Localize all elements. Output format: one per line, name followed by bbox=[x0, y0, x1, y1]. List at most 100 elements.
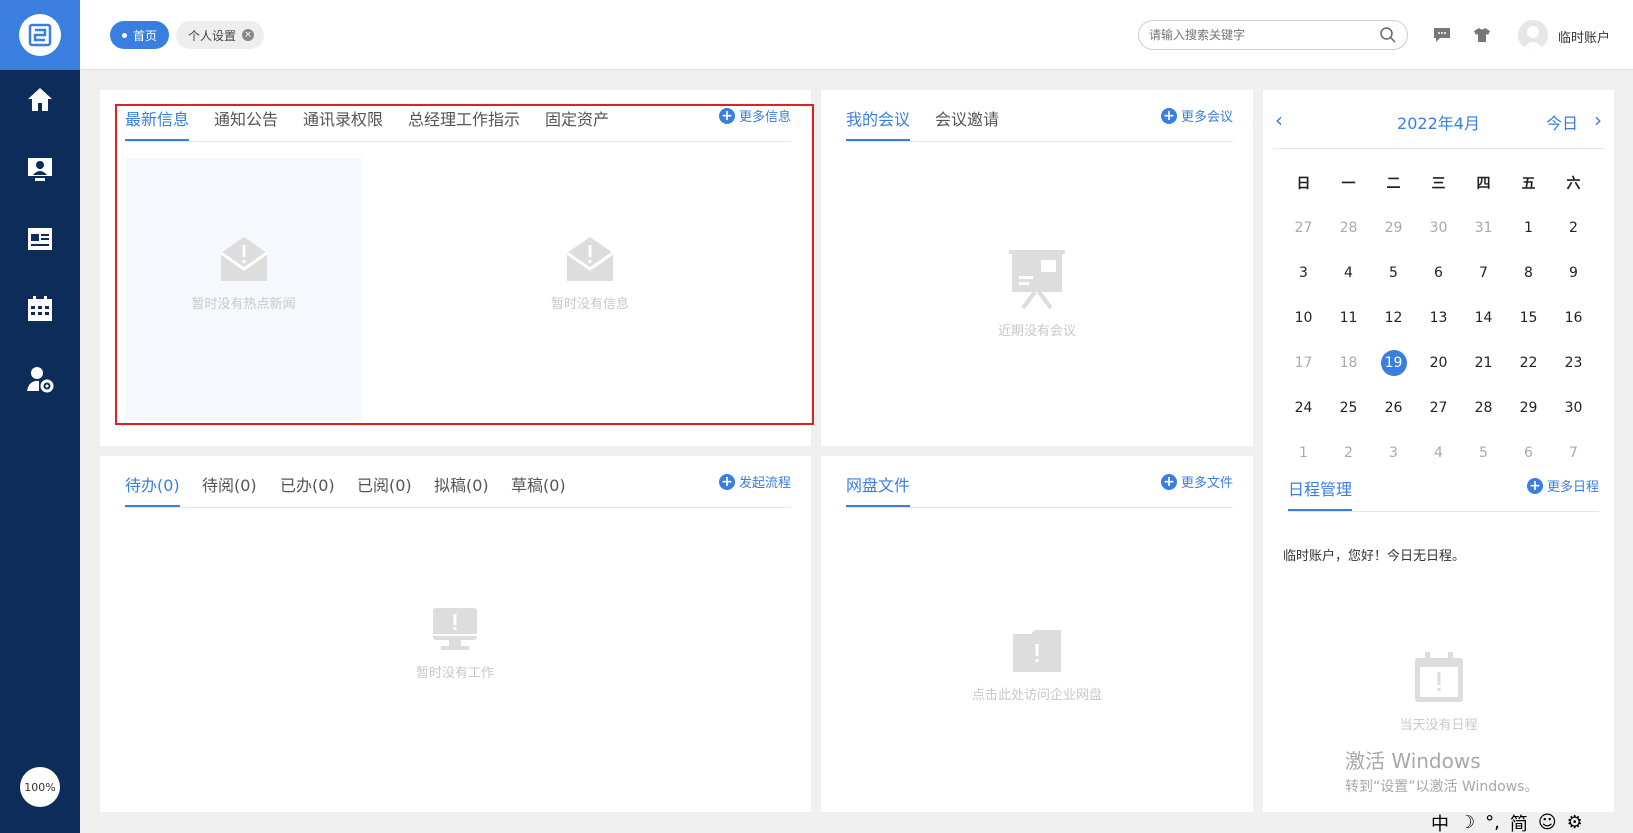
tab-contacts-permission[interactable]: 通讯录权限 bbox=[303, 106, 383, 130]
tab-disk-files[interactable]: 网盘文件 bbox=[846, 472, 911, 507]
tab-to-read[interactable]: 待阅(0) bbox=[202, 472, 257, 496]
emoji-icon[interactable]: ☺ bbox=[1538, 812, 1557, 833]
more-meetings-button[interactable]: + 更多会议 bbox=[1160, 106, 1233, 125]
tab-my-meetings[interactable]: 我的会议 bbox=[846, 106, 911, 141]
punctuation-icon[interactable]: °, bbox=[1485, 812, 1500, 833]
more-files-button[interactable]: + 更多文件 bbox=[1160, 472, 1233, 491]
calendar-day-label: 29 bbox=[1519, 399, 1538, 416]
calendar-day[interactable]: 6 bbox=[1416, 250, 1461, 295]
calendar-day[interactable]: 24 bbox=[1281, 385, 1326, 430]
close-icon[interactable]: × bbox=[242, 29, 255, 41]
tab-meeting-invites[interactable]: 会议邀请 bbox=[935, 106, 999, 130]
calendar-day[interactable]: 31 bbox=[1461, 205, 1506, 250]
empty-info-text: 暂时没有信息 bbox=[550, 297, 629, 312]
calendar-day[interactable]: 27 bbox=[1416, 385, 1461, 430]
calendar-day-label: 5 bbox=[1389, 264, 1398, 281]
calendar-day[interactable]: 26 bbox=[1371, 385, 1416, 430]
message-icon[interactable] bbox=[1432, 25, 1452, 45]
more-schedule-button[interactable]: + 更多日程 bbox=[1526, 476, 1599, 495]
calendar-day[interactable]: 17 bbox=[1281, 340, 1326, 385]
calendar-day[interactable]: 30 bbox=[1416, 205, 1461, 250]
open-disk-link[interactable]: 点击此处访问企业网盘 bbox=[917, 628, 1157, 703]
tab-gm-instructions[interactable]: 总经理工作指示 bbox=[408, 106, 520, 130]
plus-icon: + bbox=[718, 473, 735, 490]
calendar-day[interactable]: 3 bbox=[1281, 250, 1326, 295]
plus-icon: + bbox=[1160, 473, 1177, 490]
calendar-day-today[interactable]: 19 bbox=[1371, 340, 1416, 385]
calendar-day[interactable]: 30 bbox=[1551, 385, 1596, 430]
avatar[interactable] bbox=[1518, 20, 1548, 50]
calendar-day[interactable]: 2 bbox=[1551, 205, 1596, 250]
calendar-day[interactable]: 12 bbox=[1371, 295, 1416, 340]
calendar-day[interactable]: 1 bbox=[1506, 205, 1551, 250]
tab-drafts[interactable]: 草稿(0) bbox=[511, 472, 566, 496]
calendar-day[interactable]: 8 bbox=[1506, 250, 1551, 295]
weekday-header: 二 bbox=[1386, 175, 1401, 192]
user-name[interactable]: 临时账户 bbox=[1558, 27, 1610, 46]
search-input[interactable] bbox=[1149, 28, 1379, 42]
info-tabs: 最新信息 通知公告 通讯录权限 总经理工作指示 固定资产 + 更多信息 bbox=[125, 90, 791, 142]
nav-user-settings[interactable] bbox=[0, 354, 80, 404]
calendar-day[interactable]: 4 bbox=[1326, 250, 1371, 295]
calendar-day[interactable]: 28 bbox=[1461, 385, 1506, 430]
gear-icon[interactable]: ⚙ bbox=[1567, 812, 1583, 833]
skin-shirt-icon[interactable] bbox=[1472, 25, 1492, 45]
calendar-day[interactable]: 18 bbox=[1326, 340, 1371, 385]
calendar-day[interactable]: 10 bbox=[1281, 295, 1326, 340]
home-icon bbox=[28, 88, 52, 111]
more-info-button[interactable]: + 更多信息 bbox=[718, 106, 791, 125]
calendar-day[interactable]: 27 bbox=[1281, 205, 1326, 250]
tab-schedule[interactable]: 日程管理 bbox=[1288, 476, 1353, 511]
nav-contacts[interactable] bbox=[0, 144, 80, 194]
nav-news[interactable] bbox=[0, 214, 80, 264]
search-icon[interactable] bbox=[1379, 26, 1397, 44]
empty-schedule-text: 当天没有日程 bbox=[1399, 718, 1478, 733]
logo[interactable] bbox=[0, 0, 80, 70]
nav-calendar[interactable] bbox=[0, 284, 80, 334]
calendar-day[interactable]: 22 bbox=[1506, 340, 1551, 385]
nav-home[interactable] bbox=[0, 74, 80, 124]
tab-home[interactable]: 首页 bbox=[110, 21, 170, 49]
tab-personal-settings[interactable]: 个人设置 × bbox=[176, 21, 265, 49]
meeting-panel: 我的会议 会议邀请 + 更多会议 近期没有会议 bbox=[821, 90, 1253, 446]
calendar-day[interactable]: 28 bbox=[1326, 205, 1371, 250]
calendar-day[interactable]: 16 bbox=[1551, 295, 1596, 340]
calendar-day-label: 19 bbox=[1380, 349, 1407, 376]
tab-done[interactable]: 已办(0) bbox=[280, 472, 335, 496]
tab-settings-label: 个人设置 bbox=[188, 28, 237, 43]
zoom-level[interactable]: 100% bbox=[20, 767, 60, 807]
calendar-day[interactable]: 20 bbox=[1416, 340, 1461, 385]
moon-icon[interactable]: ☽ bbox=[1459, 812, 1475, 833]
meeting-tabs: 我的会议 会议邀请 + 更多会议 bbox=[846, 90, 1233, 142]
calendar-day[interactable]: 25 bbox=[1326, 385, 1371, 430]
calendar-day[interactable]: 11 bbox=[1326, 295, 1371, 340]
tab-latest-info[interactable]: 最新信息 bbox=[125, 106, 190, 141]
calendar-day-label: 1 bbox=[1299, 444, 1308, 461]
calendar-day-label: 25 bbox=[1339, 399, 1358, 416]
calendar-day[interactable]: 29 bbox=[1506, 385, 1551, 430]
tab-fixed-assets[interactable]: 固定资产 bbox=[545, 106, 609, 130]
tab-drafting[interactable]: 拟稿(0) bbox=[434, 472, 489, 496]
calendar-day-label: 14 bbox=[1474, 309, 1493, 326]
calendar-day[interactable]: 13 bbox=[1416, 295, 1461, 340]
tab-notices[interactable]: 通知公告 bbox=[214, 106, 278, 130]
calendar-day[interactable]: 15 bbox=[1506, 295, 1551, 340]
start-workflow-button[interactable]: + 发起流程 bbox=[718, 472, 791, 491]
ime-toolbar: 中 ☽ °, 简 ☺ ⚙ bbox=[1423, 812, 1633, 833]
today-button[interactable]: 今日 bbox=[1546, 110, 1578, 134]
tab-todo[interactable]: 待办(0) bbox=[125, 472, 180, 507]
ime-mode-icon[interactable]: 中 bbox=[1431, 810, 1449, 833]
calendar-day[interactable]: 14 bbox=[1461, 295, 1506, 340]
plus-icon: + bbox=[1160, 107, 1177, 124]
calendar-day[interactable]: 9 bbox=[1551, 250, 1596, 295]
calendar-day[interactable]: 29 bbox=[1371, 205, 1416, 250]
calendar-day[interactable]: 21 bbox=[1461, 340, 1506, 385]
calendar-day[interactable]: 23 bbox=[1551, 340, 1596, 385]
calendar-day[interactable]: 5 bbox=[1371, 250, 1416, 295]
calendar-day-label: 4 bbox=[1434, 444, 1443, 461]
simplified-icon[interactable]: 简 bbox=[1510, 810, 1528, 833]
calendar-day-label: 21 bbox=[1474, 354, 1493, 371]
next-month-icon[interactable]: › bbox=[1594, 108, 1602, 132]
calendar-day[interactable]: 7 bbox=[1461, 250, 1506, 295]
tab-read[interactable]: 已阅(0) bbox=[357, 472, 412, 496]
